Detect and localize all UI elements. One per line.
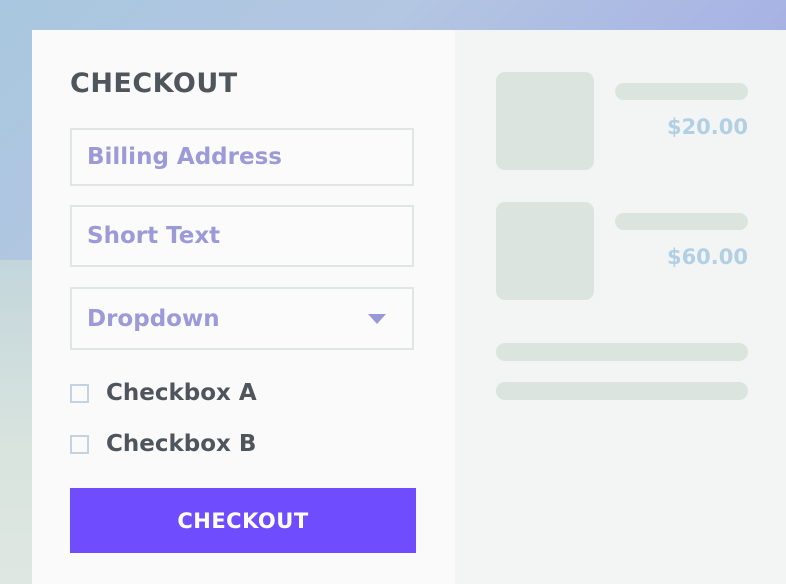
checkbox-a-row[interactable]: Checkbox A	[70, 380, 257, 406]
checkbox-b-row[interactable]: Checkbox B	[70, 431, 256, 457]
checkout-button[interactable]: CHECKOUT	[70, 488, 416, 553]
item-title-placeholder	[615, 213, 748, 230]
short-text-placeholder: Short Text	[87, 223, 221, 249]
item-title-placeholder	[615, 83, 748, 100]
item-price: $60.00	[666, 245, 748, 269]
billing-address-placeholder: Billing Address	[87, 144, 282, 170]
dropdown-value: Dropdown	[87, 305, 220, 332]
checkout-form: CHECKOUT Billing Address Short Text Drop…	[32, 30, 455, 584]
item-price: $20.00	[666, 115, 748, 139]
short-text-field[interactable]: Short Text	[70, 205, 414, 267]
item-thumbnail	[496, 72, 594, 170]
summary-line-placeholder	[496, 382, 748, 400]
checkout-card: CHECKOUT Billing Address Short Text Drop…	[32, 30, 786, 584]
checkbox-b[interactable]	[70, 434, 89, 454]
dropdown-select[interactable]: Dropdown	[70, 287, 414, 350]
summary-line-placeholder	[496, 343, 748, 361]
order-summary: $20.00 $60.00	[455, 30, 786, 584]
billing-address-field[interactable]: Billing Address	[70, 128, 414, 186]
checkbox-b-label[interactable]: Checkbox B	[106, 431, 256, 457]
checkbox-a[interactable]	[70, 383, 89, 403]
item-thumbnail	[496, 202, 594, 300]
checkbox-a-label[interactable]: Checkbox A	[106, 380, 257, 406]
page-title: CHECKOUT	[70, 68, 238, 99]
caret-down-icon	[368, 313, 386, 324]
